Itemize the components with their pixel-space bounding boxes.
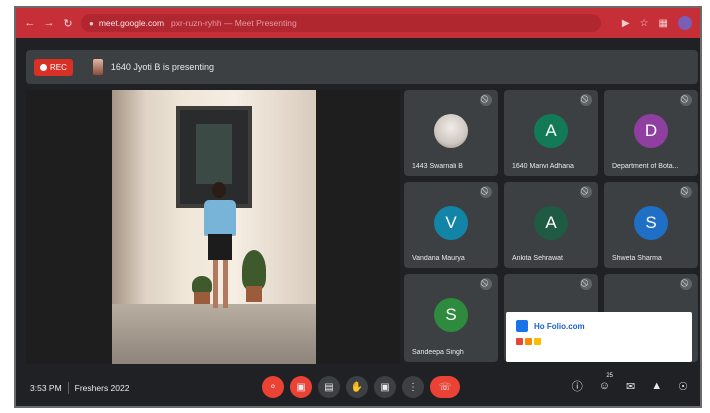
avatar: S <box>634 206 668 240</box>
participant-name: 1640 Manvi Adhana <box>512 163 574 170</box>
plant-image <box>242 250 266 290</box>
participant-tile[interactable]: ⃠ 1443 Swarnali B <box>404 90 498 176</box>
browser-right-controls: ▶ ☆ ▦ <box>622 16 692 30</box>
participant-tile[interactable]: ⃠ D Department of Bota... <box>604 90 698 176</box>
avatar: D <box>634 114 668 148</box>
app-logo-icon <box>516 320 528 332</box>
video-floor <box>112 304 316 364</box>
presenter-video <box>112 90 316 364</box>
cast-icon[interactable]: ▶ <box>622 18 630 29</box>
avatar: A <box>534 206 568 240</box>
url-text: meet.google.com <box>98 18 165 28</box>
overlay-popup[interactable]: Ho Folio.com <box>506 312 692 362</box>
mic-off-icon: ⃠ <box>580 94 592 106</box>
forward-button[interactable]: → <box>43 17 55 29</box>
person-top <box>204 200 236 236</box>
pot-image <box>194 292 210 304</box>
mic-toggle-button[interactable]: ⚬ <box>262 376 284 398</box>
person-head <box>212 182 226 198</box>
participant-tile[interactable]: ⃠ S Shweta Sharma <box>604 182 698 268</box>
mic-off-icon: ⃠ <box>580 278 592 290</box>
mic-off-icon: ⃠ <box>680 278 692 290</box>
bookmark-icon[interactable]: ☆ <box>640 18 649 29</box>
back-button[interactable]: ← <box>24 17 36 29</box>
activities-button[interactable]: ▲ <box>651 380 662 392</box>
chat-button[interactable]: ✉ <box>626 380 635 393</box>
presenting-banner: REC 1640 Jyoti B is presenting <box>26 50 698 84</box>
participant-tile[interactable]: ⃠ A Ankita Sehrawat <box>504 182 598 268</box>
person-leg <box>223 260 228 308</box>
participant-name: Vandana Maurya <box>412 255 465 262</box>
participant-tile[interactable]: ⃠ V Vandana Maurya <box>404 182 498 268</box>
record-icon <box>40 63 47 71</box>
popup-title-row: Ho Folio.com <box>516 320 682 332</box>
participant-tile[interactable]: ⃠ S Sandeepa Singh <box>404 274 498 362</box>
participant-photo <box>434 114 468 148</box>
popup-text: Ho Folio.com <box>534 321 585 331</box>
present-button[interactable]: ▣ <box>374 376 396 398</box>
more-options-button[interactable]: ⋮ <box>402 376 424 398</box>
recording-label: REC <box>50 62 67 72</box>
color-dot-icon <box>525 338 532 345</box>
mic-off-icon: ⃠ <box>580 186 592 198</box>
side-panel-controls: ⓘ ☺ 25 ✉ ▲ ☉ <box>572 373 688 394</box>
mic-off-icon: ⃠ <box>480 278 492 290</box>
raise-hand-button[interactable]: ✋ <box>346 376 368 398</box>
reload-icon[interactable]: ↻ <box>62 17 74 30</box>
meet-window: ← → ↻ ● meet.google.com pxr-ruzn-ryhh — … <box>14 6 702 408</box>
extensions-icon[interactable]: ▦ <box>659 18 668 29</box>
avatar: V <box>434 206 468 240</box>
address-bar[interactable]: ● meet.google.com pxr-ruzn-ryhh — Meet P… <box>81 14 601 32</box>
participant-tile[interactable]: ⃠ A 1640 Manvi Adhana <box>504 90 598 176</box>
person-leg <box>213 260 218 308</box>
avatar: A <box>534 114 568 148</box>
camera-toggle-button[interactable]: ▣ <box>290 376 312 398</box>
mic-off-icon: ⃠ <box>680 94 692 106</box>
bottom-control-bar: 3:53 PM Freshers 2022 ⚬ ▣ ▤ ✋ ▣ ⋮ ☏ ⓘ ☺ 2… <box>16 368 700 406</box>
color-dot-icon <box>534 338 541 345</box>
info-button[interactable]: ⓘ <box>572 378 583 394</box>
captions-button[interactable]: ▤ <box>318 376 340 398</box>
mic-off-icon: ⃠ <box>680 186 692 198</box>
participant-name: Department of Bota... <box>612 163 679 170</box>
participant-name: Sandeepa Singh <box>412 349 464 356</box>
host-controls-button[interactable]: ☉ <box>678 380 688 393</box>
participant-name: Shweta Sharma <box>612 255 662 262</box>
lock-icon: ● <box>89 18 94 28</box>
presentation-stage <box>26 90 400 364</box>
person-skirt <box>208 234 232 260</box>
recording-badge: REC <box>34 58 73 76</box>
divider <box>67 382 69 394</box>
avatar: S <box>434 298 468 332</box>
color-dot-icon <box>516 338 523 345</box>
presenting-text: 1640 Jyoti B is presenting <box>110 62 214 72</box>
browser-toolbar: ← → ↻ ● meet.google.com pxr-ruzn-ryhh — … <box>16 8 700 38</box>
mic-off-icon: ⃠ <box>480 186 492 198</box>
clock: 3:53 PM <box>30 383 62 393</box>
meeting-name: Freshers 2022 <box>74 383 130 393</box>
participant-name: Ankita Sehrawat <box>512 255 563 262</box>
end-call-button[interactable]: ☏ <box>430 376 460 398</box>
profile-avatar[interactable] <box>678 16 692 30</box>
call-controls: ⚬ ▣ ▤ ✋ ▣ ⋮ ☏ <box>262 376 460 398</box>
mic-off-icon: ⃠ <box>480 94 492 106</box>
popup-icons <box>516 338 682 345</box>
participant-name: 1443 Swarnali B <box>412 163 463 170</box>
pot-image <box>246 286 262 302</box>
presenter-avatar <box>92 59 103 75</box>
url-suffix: pxr-ruzn-ryhh — Meet Presenting <box>171 18 297 28</box>
participant-count: 25 <box>606 373 614 379</box>
people-button[interactable]: ☺ 25 <box>599 373 613 392</box>
